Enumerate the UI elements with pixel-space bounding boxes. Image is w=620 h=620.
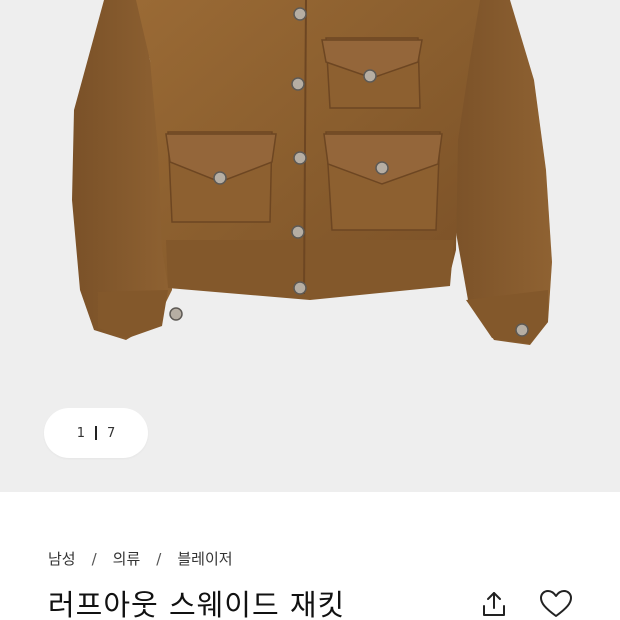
breadcrumb-item-clothing[interactable]: 의류 (113, 548, 141, 569)
product-title: 러프아웃 스웨이드 재킷 (48, 588, 346, 620)
breadcrumb-separator: / (91, 549, 97, 568)
wishlist-button[interactable] (538, 586, 574, 620)
pager-total: 7 (107, 425, 116, 441)
breadcrumb-separator: / (156, 549, 162, 568)
pager-current: 1 (76, 425, 85, 441)
heart-icon (540, 590, 572, 617)
share-button[interactable] (476, 586, 512, 620)
pager-divider (95, 426, 97, 440)
breadcrumb-item-men[interactable]: 남성 (48, 548, 76, 569)
share-icon (483, 592, 505, 616)
product-image-gallery[interactable]: 1 7 (0, 0, 620, 492)
breadcrumb: 남성 / 의류 / 블레이저 (48, 548, 233, 569)
breadcrumb-item-blazer[interactable]: 블레이저 (177, 548, 232, 569)
product-info: 남성 / 의류 / 블레이저 러프아웃 스웨이드 재킷 (0, 492, 620, 620)
image-pager: 1 7 (44, 408, 148, 458)
